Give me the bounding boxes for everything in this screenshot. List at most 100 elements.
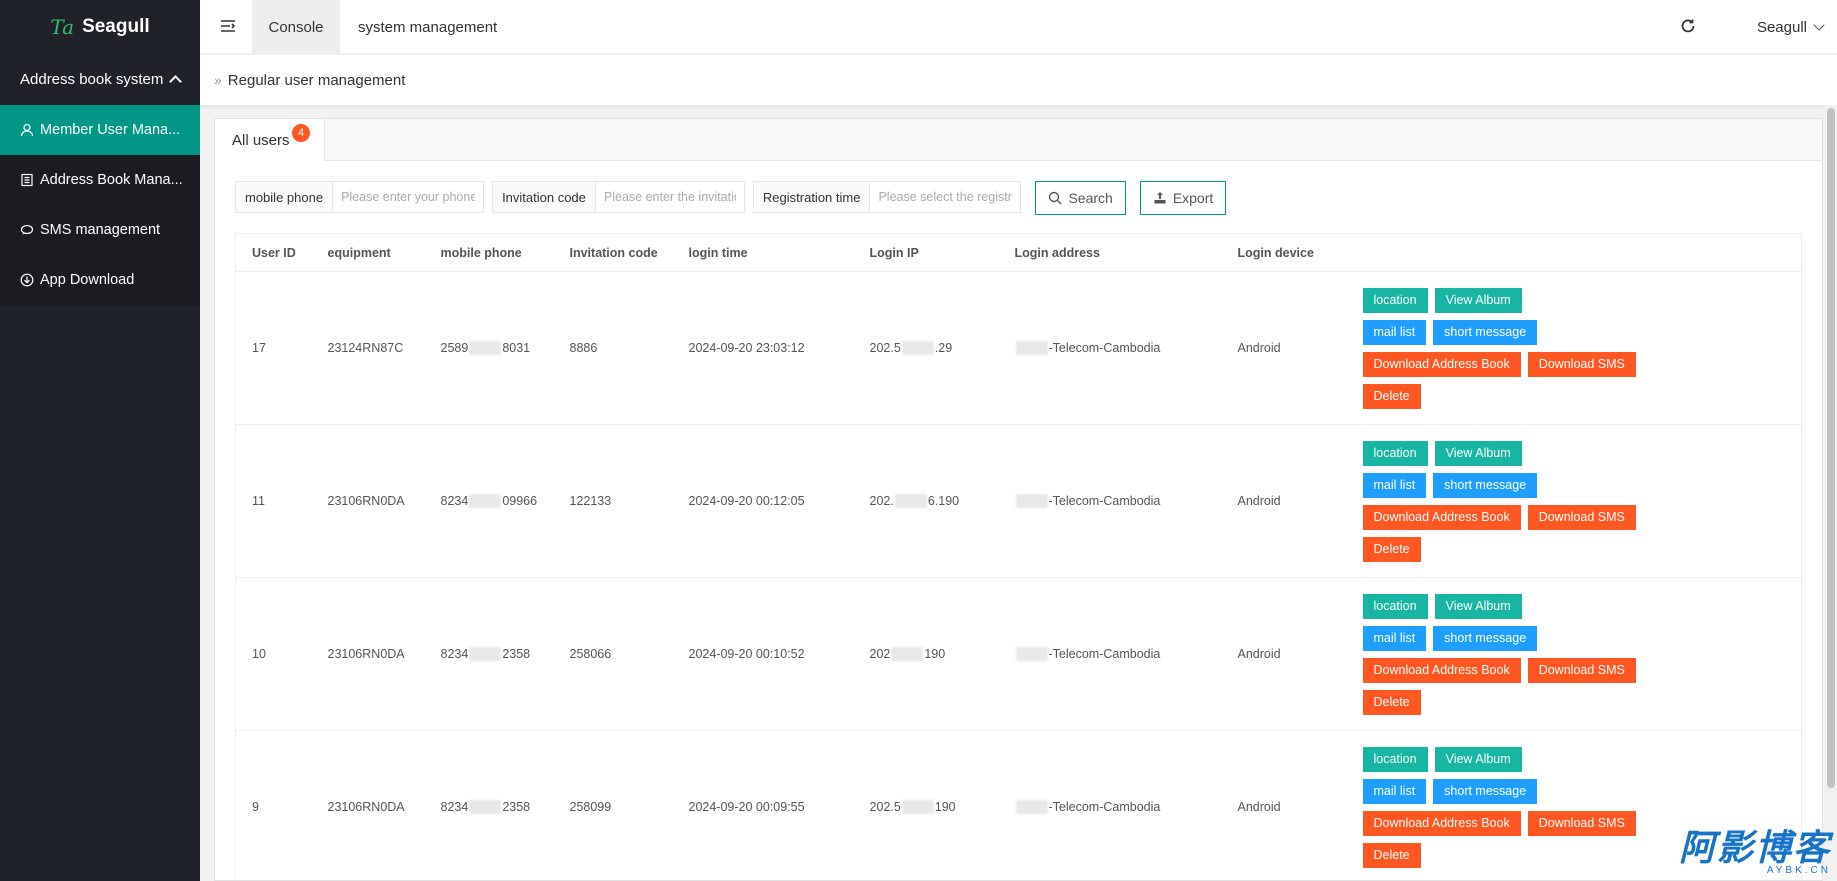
- tab-label: All users: [232, 132, 290, 149]
- cell-value-phone-b: 09966: [502, 493, 538, 508]
- table-row: 9 23106RN0DA 8234 2358 258099 2024-09-20 …: [235, 730, 1802, 880]
- sidebar-item-label: Address Book Mana...: [40, 172, 183, 188]
- download-sms-button[interactable]: Download SMS: [1527, 504, 1636, 530]
- cell-value-invite: 258099: [569, 800, 612, 814]
- chevron-up-icon: [169, 75, 182, 88]
- chevron-down-icon: [1813, 18, 1825, 31]
- col-login-address[interactable]: Login address: [998, 233, 1222, 272]
- search-button[interactable]: Search: [1035, 181, 1126, 215]
- short-message-button[interactable]: short message: [1433, 625, 1538, 651]
- sidebar-item-sms[interactable]: SMS management: [0, 205, 200, 255]
- download-address-book-button[interactable]: Download Address Book: [1362, 657, 1521, 683]
- delete-button[interactable]: Delete: [1362, 536, 1421, 562]
- col-actions: [1346, 233, 1802, 272]
- tab-label: Console: [268, 18, 324, 36]
- download-address-book-button[interactable]: Download Address Book: [1362, 351, 1521, 377]
- book-icon: [20, 173, 34, 187]
- refresh-icon[interactable]: [1679, 17, 1697, 35]
- mail-list-button[interactable]: mail list: [1362, 625, 1427, 651]
- cell-value-ip-a: 202.5: [869, 340, 901, 355]
- view-album-button[interactable]: View Album: [1434, 440, 1522, 466]
- cell-login-time: 2024-09-20 00:10:52: [672, 577, 854, 731]
- download-address-book-button[interactable]: Download Address Book: [1362, 504, 1521, 530]
- cell-value-ip-b: 190: [934, 799, 956, 814]
- nav-group-label: Address book system: [20, 70, 164, 88]
- location-button[interactable]: location: [1362, 746, 1428, 772]
- cell-value-invite: 8886: [569, 341, 598, 355]
- cell-value-id: 17: [252, 341, 266, 355]
- col-login-device[interactable]: Login device: [1221, 233, 1347, 272]
- cell-invitation-code: 258099: [553, 730, 673, 880]
- short-message-button[interactable]: short message: [1433, 472, 1538, 498]
- table-row: 10 23106RN0DA 8234 2358 258066 2024-09-20…: [235, 577, 1802, 731]
- invitation-code-input[interactable]: [595, 182, 744, 212]
- cell-value-equipment: 23106RN0DA: [327, 494, 405, 508]
- filter-bar: mobile phone Invitation code Registratio…: [235, 181, 1227, 215]
- cell-value-addr: -Telecom-Cambodia: [1048, 340, 1161, 355]
- app-name: Seagull: [82, 15, 150, 37]
- col-login-time[interactable]: login time: [672, 233, 854, 272]
- location-button[interactable]: location: [1362, 593, 1428, 619]
- registration-time-input[interactable]: [870, 182, 1021, 212]
- delete-button[interactable]: Delete: [1362, 383, 1421, 409]
- cell-value-phone-a: 2589: [440, 340, 469, 355]
- tab-console[interactable]: Console: [252, 0, 340, 54]
- logo[interactable]: Ta Seagull: [0, 0, 200, 53]
- cell-user-id: 11: [235, 424, 312, 578]
- cell-equipment: 23106RN0DA: [311, 730, 425, 880]
- cell-value-equipment: 23106RN0DA: [327, 800, 405, 814]
- download-sms-button[interactable]: Download SMS: [1527, 810, 1636, 836]
- cell-value-phone-b: 2358: [502, 799, 531, 814]
- location-button[interactable]: location: [1362, 440, 1428, 466]
- view-album-button[interactable]: View Album: [1434, 746, 1522, 772]
- download-sms-button[interactable]: Download SMS: [1527, 351, 1636, 377]
- cell-value-time: 2024-09-20 00:09:55: [688, 800, 805, 814]
- delete-button[interactable]: Delete: [1362, 842, 1421, 868]
- tab-all-users[interactable]: All users 4: [215, 119, 325, 162]
- cell-login-address: -Telecom-Cambodia: [998, 271, 1222, 425]
- user-name: Seagull: [1756, 18, 1807, 36]
- sidebar-item-label: Member User Mana...: [40, 122, 181, 138]
- cell-value-phone-b: 2358: [502, 646, 531, 661]
- mail-list-button[interactable]: mail list: [1362, 472, 1427, 498]
- nav-group-address-book-system[interactable]: Address book system: [0, 53, 200, 105]
- view-album-button[interactable]: View Album: [1434, 593, 1522, 619]
- cell-login-device: Android: [1221, 271, 1347, 425]
- delete-button[interactable]: Delete: [1362, 689, 1421, 715]
- cell-value-device: Android: [1237, 647, 1281, 661]
- col-equipment[interactable]: equipment: [311, 233, 425, 272]
- cell-login-time: 2024-09-20 23:03:12: [672, 271, 854, 425]
- export-button[interactable]: Export: [1139, 181, 1227, 215]
- table-row: 11 23106RN0DA 8234 09966 122133 2024-09-2…: [235, 424, 1802, 578]
- cell-value-id: 11: [252, 494, 265, 508]
- user-icon: [20, 123, 34, 137]
- cell-value-id: 9: [252, 800, 259, 814]
- col-mobile-phone[interactable]: mobile phone: [424, 233, 554, 272]
- location-button[interactable]: location: [1362, 287, 1428, 313]
- scrollbar-thumb[interactable]: [1827, 108, 1835, 788]
- cell-user-id: 17: [235, 271, 312, 425]
- phone-input[interactable]: [333, 182, 484, 212]
- download-sms-button[interactable]: Download SMS: [1527, 657, 1636, 683]
- short-message-button[interactable]: short message: [1433, 319, 1538, 345]
- sidebar-item-member-user[interactable]: Member User Mana...: [0, 105, 200, 155]
- view-album-button[interactable]: View Album: [1434, 287, 1522, 313]
- cell-login-ip: 202.5 190: [853, 730, 999, 880]
- tab-system-management[interactable]: system management: [340, 0, 515, 54]
- sidebar-item-app-download[interactable]: App Download: [0, 255, 200, 305]
- col-invitation-code[interactable]: Invitation code: [553, 233, 673, 272]
- cell-login-device: Android: [1221, 424, 1347, 578]
- col-login-ip[interactable]: Login IP: [853, 233, 999, 272]
- cell-value-id: 10: [252, 647, 266, 661]
- cell-equipment: 23106RN0DA: [311, 577, 425, 731]
- download-address-book-button[interactable]: Download Address Book: [1362, 810, 1521, 836]
- menu-toggle-icon[interactable]: [219, 17, 237, 35]
- short-message-button[interactable]: short message: [1433, 778, 1538, 804]
- breadcrumb: » Regular user management: [200, 55, 1837, 105]
- user-menu[interactable]: Seagull: [1756, 0, 1825, 54]
- col-user-id[interactable]: User ID: [235, 233, 312, 272]
- cell-login-device: Android: [1221, 577, 1347, 731]
- sidebar-item-address-book[interactable]: Address Book Mana...: [0, 155, 200, 205]
- mail-list-button[interactable]: mail list: [1362, 319, 1427, 345]
- mail-list-button[interactable]: mail list: [1362, 778, 1427, 804]
